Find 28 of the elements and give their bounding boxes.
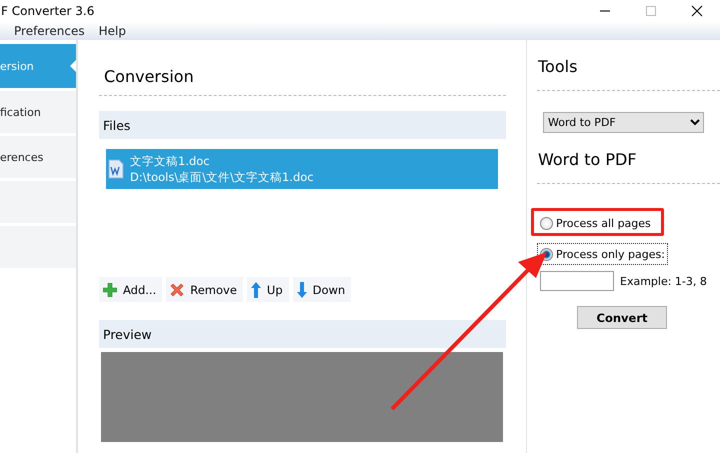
- section-title: Word to PDF: [538, 150, 638, 170]
- down-button[interactable]: Down: [292, 277, 352, 302]
- menu-item[interactable]: Preferences: [14, 24, 85, 38]
- radio-option[interactable]: Process all pages: [537, 212, 654, 234]
- down-arrow-icon: [296, 282, 307, 298]
- add-button[interactable]: Add...: [99, 277, 162, 302]
- cross-icon: [170, 282, 184, 296]
- sidebar-item[interactable]: erences: [0, 136, 76, 178]
- convert-button[interactable]: Convert: [577, 306, 667, 329]
- files-header: Files: [99, 111, 506, 139]
- preview-header: Preview: [99, 320, 506, 348]
- plus-icon: [103, 282, 117, 296]
- menu-item[interactable]: Help: [98, 24, 126, 38]
- up-arrow-icon: [250, 282, 261, 298]
- file-path: D:\tools\桌面\文件\文字文稿1.doc: [130, 169, 314, 185]
- up-button[interactable]: Up: [246, 277, 289, 302]
- remove-button[interactable]: Remove: [166, 277, 243, 302]
- tool-dropdown[interactable]: Word to PDF: [543, 112, 704, 133]
- sidebar-item[interactable]: [0, 226, 76, 268]
- sidebar-item[interactable]: [0, 181, 76, 223]
- window-title: F Converter 3.6: [1, 4, 94, 18]
- file-name: 文字文稿1.doc: [130, 153, 211, 169]
- document-icon: [108, 159, 124, 179]
- example-hint: Example: 1-3, 8: [620, 274, 707, 288]
- panel-title: Tools: [538, 57, 578, 77]
- section-title: Conversion: [104, 67, 195, 87]
- pages-field[interactable]: [540, 271, 614, 291]
- sidebar-item[interactable]: fication: [0, 91, 76, 133]
